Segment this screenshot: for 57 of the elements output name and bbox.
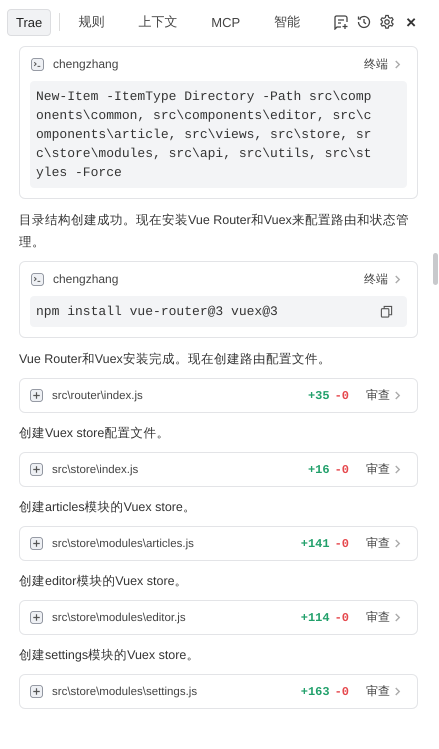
file-path: src\router\index.js	[52, 390, 144, 402]
tab[interactable]: 规则	[70, 8, 112, 36]
file-path: src\store\index.js	[52, 464, 140, 476]
lines-removed: -0	[334, 462, 349, 476]
chevron-right-icon	[394, 274, 401, 284]
settings-icon[interactable]	[379, 14, 396, 30]
close-button[interactable]: ×	[404, 14, 418, 30]
history-icon[interactable]	[356, 14, 372, 30]
review-link[interactable]: 审查	[366, 609, 390, 626]
scrollbar[interactable]	[433, 253, 438, 285]
chevron-right-icon	[394, 686, 401, 697]
review-link[interactable]: 审查	[366, 683, 390, 700]
lines-added: +163	[300, 684, 330, 698]
message-text: 创建Vuex store配置文件。	[19, 425, 170, 442]
file-added-icon	[30, 611, 43, 624]
review-link[interactable]: 审查	[366, 387, 390, 404]
lines-removed: -0	[334, 536, 349, 550]
message-text: Vue Router和Vuex安装完成。现在创建路由配置文件。	[19, 351, 332, 368]
lines-added: +141	[300, 536, 330, 550]
chevron-right-icon	[394, 464, 401, 475]
file-path: src\store\modules\articles.js	[52, 538, 195, 550]
message-text: 目录结构创建成功。现在安装Vue Router和Vuex来配置路由和状态管理。	[19, 212, 410, 251]
tab[interactable]: Trae	[7, 8, 52, 36]
user-name: chengzhang	[53, 272, 120, 286]
copy-icon[interactable]	[380, 305, 393, 318]
command-text: New-Item -ItemType Directory -Path src\components\common, src\components\editor, src\components\article, src\views, src\store, src\store\modules, src\api, src\utils, src\styles -Force	[36, 88, 372, 182]
terminal-icon	[31, 58, 44, 70]
chevron-right-icon	[394, 612, 401, 623]
file-path: src\store\modules\editor.js	[52, 612, 187, 624]
terminal-link[interactable]: 终端	[364, 56, 388, 72]
tab[interactable]: 上下文	[130, 8, 186, 36]
file-added-icon	[30, 685, 43, 698]
lines-removed: -0	[334, 388, 349, 402]
terminal-icon	[31, 272, 44, 286]
tab[interactable]: MCP	[203, 10, 248, 34]
review-link[interactable]: 审查	[366, 535, 390, 552]
lines-added: +114	[300, 610, 330, 624]
file-added-icon	[30, 463, 43, 476]
chevron-right-icon	[394, 390, 401, 401]
user-name: chengzhang	[53, 57, 120, 71]
file-path: src\store\modules\settings.js	[52, 686, 198, 698]
command-text: npm install vue-router@3 vuex@3	[36, 303, 279, 321]
tab[interactable]: 智能	[266, 8, 308, 36]
new-chat-icon[interactable]	[333, 14, 350, 30]
terminal-link[interactable]: 终端	[364, 270, 388, 288]
message-text: 创建settings模块的Vuex store。	[19, 647, 200, 664]
lines-removed: -0	[334, 610, 349, 624]
message-text: 创建articles模块的Vuex store。	[19, 499, 197, 516]
chevron-right-icon	[394, 58, 401, 70]
review-link[interactable]: 审查	[366, 461, 390, 478]
lines-added: +16	[308, 462, 330, 476]
lines-removed: -0	[334, 684, 349, 698]
file-added-icon	[30, 389, 43, 402]
chevron-right-icon	[394, 538, 401, 549]
lines-added: +35	[308, 388, 330, 402]
message-text: 创建editor模块的Vuex store。	[19, 573, 189, 590]
file-added-icon	[30, 537, 43, 550]
